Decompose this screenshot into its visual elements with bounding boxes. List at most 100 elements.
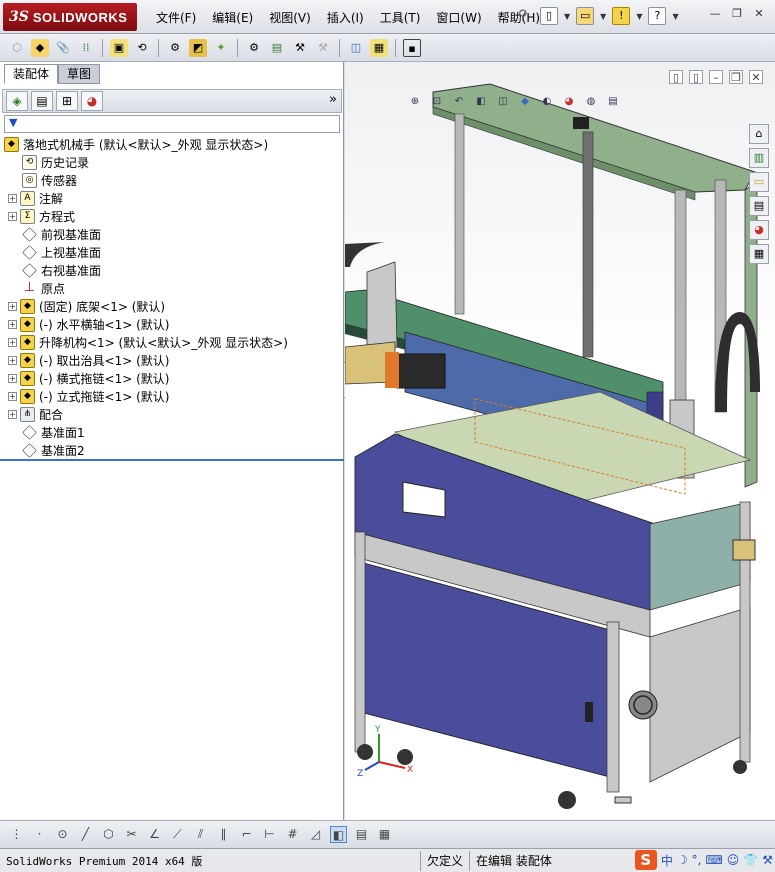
- ime-language[interactable]: 中: [661, 852, 673, 869]
- tree-item-lift-mechanism[interactable]: + ◆ 升降机构<1> (默认<默认>_外观 显示状态>): [8, 333, 288, 351]
- large-design-review-icon[interactable]: ▪: [403, 38, 421, 57]
- tree-item-mates[interactable]: + ⋔ 配合: [8, 405, 63, 423]
- assembly-features-icon[interactable]: ◩: [189, 38, 207, 57]
- offset-icon[interactable]: ⟋: [169, 826, 186, 843]
- mate-paperclip-icon[interactable]: 📎: [54, 39, 72, 57]
- design-library-icon[interactable]: ▥: [749, 148, 769, 168]
- display-style-icon[interactable]: ◆: [517, 94, 533, 110]
- tree-item-origin[interactable]: ⊥ 原点: [22, 279, 65, 297]
- new-dropdown-icon[interactable]: ▼: [564, 12, 570, 21]
- section-view-icon[interactable]: ◧: [473, 94, 489, 110]
- help-dropdown-icon[interactable]: ▼: [672, 12, 678, 21]
- exploded-view-icon[interactable]: ⚒: [291, 39, 309, 57]
- new-motion-study-icon[interactable]: ⚙: [245, 39, 263, 57]
- restore-icon[interactable]: ❐: [729, 7, 745, 23]
- angle-icon[interactable]: ∠: [146, 826, 163, 843]
- apply-scene-icon[interactable]: ◍: [583, 94, 599, 110]
- expand-icon[interactable]: +: [8, 301, 17, 311]
- view-orientation-icon[interactable]: ◫: [495, 94, 511, 110]
- property-manager-icon[interactable]: ▤: [31, 91, 53, 111]
- hide-show-items-icon[interactable]: ◐: [539, 94, 555, 110]
- tree-item-plane2[interactable]: 基准面2: [22, 441, 85, 459]
- trim-icon[interactable]: ✂: [123, 826, 140, 843]
- tree-item-annotations[interactable]: + A 注解: [8, 189, 63, 207]
- tab-sketch[interactable]: 草图: [58, 64, 101, 84]
- menu-file[interactable]: 文件(F): [148, 9, 204, 27]
- expand-icon[interactable]: +: [8, 391, 17, 401]
- punctuation-icon[interactable]: °,: [692, 853, 702, 867]
- zoom-area-icon[interactable]: ⊡: [429, 94, 445, 110]
- edit-appearance-icon[interactable]: ◕: [561, 94, 577, 110]
- corner-icon[interactable]: ⌐: [238, 826, 255, 843]
- viewport-restore-icon[interactable]: ❐: [729, 70, 743, 84]
- sketch-grid-icon[interactable]: #: [284, 826, 301, 843]
- grid-table-icon[interactable]: ▦: [376, 826, 393, 843]
- tree-item-history[interactable]: ⟲ 历史记录: [22, 153, 89, 171]
- tree-root[interactable]: ◆ 落地式机械手 (默认<默认>_外观 显示状态>): [4, 135, 268, 153]
- feature-manager-icon[interactable]: ◈: [6, 91, 28, 111]
- circle-icon[interactable]: ⊙: [54, 826, 71, 843]
- viewport-split-icon[interactable]: ▯: [689, 70, 703, 84]
- expand-icon[interactable]: +: [8, 337, 17, 347]
- menu-view[interactable]: 视图(V): [261, 9, 319, 27]
- warning-dropdown-icon[interactable]: ▼: [636, 12, 642, 21]
- view-settings-icon[interactable]: ▤: [605, 94, 621, 110]
- line-icon[interactable]: ╱: [77, 826, 94, 843]
- expand-icon[interactable]: +: [8, 319, 17, 329]
- viewport-minimize-icon[interactable]: –: [709, 70, 723, 84]
- table-icon[interactable]: ▤: [353, 826, 370, 843]
- polygon-icon[interactable]: ⬡: [100, 826, 117, 843]
- expand-icon[interactable]: +: [8, 355, 17, 365]
- move-component-icon[interactable]: ⟲: [133, 39, 151, 57]
- tree-item-horizontal-drag-chain[interactable]: + ◆ (-) 横式拖链<1> (默认): [8, 369, 169, 387]
- sogou-ime-icon[interactable]: S: [634, 850, 657, 870]
- appearances-icon[interactable]: ◕: [749, 220, 769, 240]
- explode-line-icon[interactable]: ⚒: [314, 39, 332, 57]
- keyboard-icon[interactable]: ⌨: [705, 853, 722, 867]
- tree-item-base-frame[interactable]: + ◆ (固定) 底架<1> (默认): [8, 297, 165, 315]
- tree-item-equations[interactable]: + Σ 方程式: [8, 207, 75, 225]
- menu-window[interactable]: 窗口(W): [428, 9, 489, 27]
- 3d-box-icon[interactable]: ◧: [330, 826, 347, 843]
- help-icon[interactable]: ?: [648, 7, 667, 25]
- filter-icon[interactable]: ▼: [9, 116, 17, 129]
- tree-item-fixture[interactable]: + ◆ (-) 取出治具<1> (默认): [8, 351, 169, 369]
- tab-assembly[interactable]: 装配体: [4, 64, 59, 84]
- point-icon[interactable]: ·: [31, 826, 48, 843]
- tree-item-horizontal-axis[interactable]: + ◆ (-) 水平横轴<1> (默认): [8, 315, 169, 333]
- bill-of-materials-icon[interactable]: ▤: [268, 39, 286, 57]
- sketch-plane-icon[interactable]: ◿: [307, 826, 324, 843]
- show-hidden-icon[interactable]: ⚙: [166, 39, 184, 57]
- expand-icon[interactable]: +: [8, 193, 17, 203]
- moon-icon[interactable]: ☽: [677, 853, 688, 867]
- expand-icon[interactable]: +: [8, 373, 17, 383]
- custom-properties-icon[interactable]: ▦: [749, 244, 769, 264]
- tree-item-top-plane[interactable]: 上视基准面: [22, 243, 101, 261]
- interference-detection-icon[interactable]: ◫: [347, 39, 365, 57]
- parallel-icon[interactable]: ∥: [215, 826, 232, 843]
- skin-icon[interactable]: 👕: [743, 853, 758, 867]
- view-palette-icon[interactable]: ▤: [749, 196, 769, 216]
- close-icon[interactable]: ✕: [751, 7, 767, 23]
- tree-item-front-plane[interactable]: 前视基准面: [22, 225, 101, 243]
- expand-icon[interactable]: +: [8, 211, 17, 221]
- new-part-icon[interactable]: ◆: [31, 38, 49, 57]
- menu-edit[interactable]: 编辑(E): [204, 9, 261, 27]
- graphics-area[interactable]: ▯ ▯ – ❐ ✕ ⊕ ⊡ ↶ ◧ ◫ ◆ ◐ ◕ ◍ ▤ ⌂ ▥ ▭ ▤ ◕ …: [345, 62, 775, 820]
- tools-icon[interactable]: ⚒: [762, 853, 773, 867]
- menu-insert[interactable]: 插入(I): [319, 9, 372, 27]
- file-explorer-icon[interactable]: ▭: [749, 172, 769, 192]
- tree-item-sensors[interactable]: ◎ 传感器: [22, 171, 77, 189]
- mirror-icon[interactable]: ⫽: [192, 826, 209, 843]
- previous-view-icon[interactable]: ↶: [451, 94, 467, 110]
- insert-component-icon[interactable]: ⬡: [8, 39, 26, 57]
- menu-tools[interactable]: 工具(T): [372, 9, 429, 27]
- tree-filter[interactable]: ▼: [4, 115, 340, 133]
- new-document-icon[interactable]: ▯: [540, 7, 558, 25]
- dimension-icon[interactable]: ⊢: [261, 826, 278, 843]
- warning-icon[interactable]: !: [612, 7, 631, 25]
- reference-geometry-icon[interactable]: ✦: [212, 39, 230, 57]
- instant3d-icon[interactable]: ▦: [370, 38, 388, 57]
- open-dropdown-icon[interactable]: ▼: [600, 12, 606, 21]
- home-icon[interactable]: ⌂: [749, 124, 769, 144]
